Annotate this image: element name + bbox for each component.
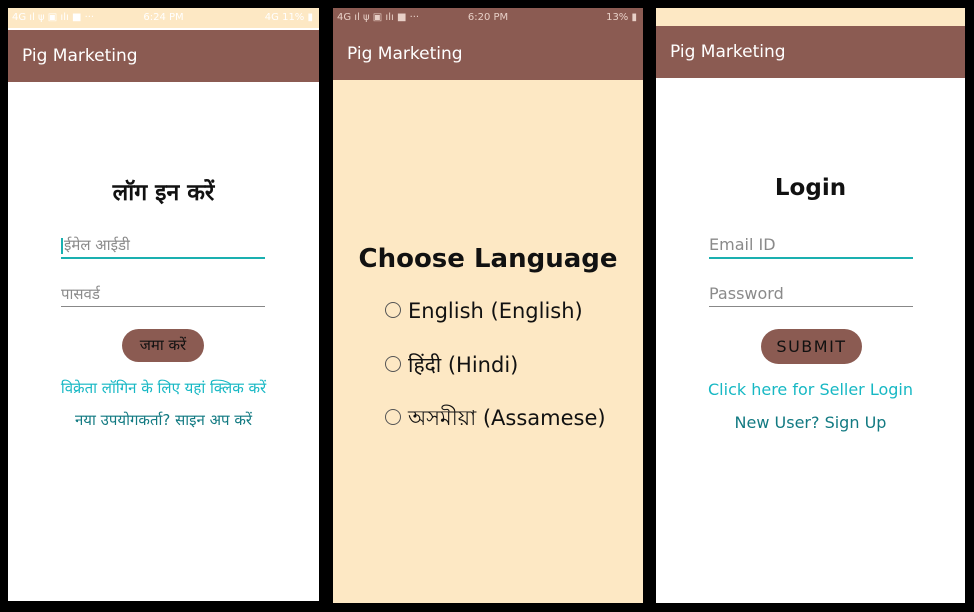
- email-field[interactable]: Email ID: [709, 233, 913, 259]
- signup-link[interactable]: New User? Sign Up: [656, 413, 965, 432]
- radio-unchecked-icon[interactable]: [385, 409, 401, 425]
- password-field[interactable]: पासवर्ड: [61, 282, 265, 307]
- language-option-hindi[interactable]: हिंदी (Hindi): [385, 352, 518, 378]
- language-option-label: हिंदी (Hindi): [408, 353, 519, 377]
- status-bar: 4G ıl ψ ▣ ılı ■ ··· 6:20 PM 13% ▮: [333, 8, 643, 28]
- submit-button[interactable]: जमा करें: [122, 329, 204, 362]
- submit-button[interactable]: SUBMIT: [761, 329, 862, 364]
- seller-login-link[interactable]: Click here for Seller Login: [656, 380, 965, 399]
- status-bar: [656, 8, 965, 28]
- screen-english-login: Pig Marketing Login Email ID Password SU…: [656, 8, 965, 603]
- page-title: Login: [774, 175, 847, 201]
- radio-unchecked-icon[interactable]: [385, 302, 401, 318]
- language-option-label: অসমীয়া (Assamese): [408, 406, 606, 430]
- status-bar: 4G ıl ψ ▣ ılı ■ ··· 6:24 PM 4G 11% ▮: [8, 8, 319, 28]
- app-bar-title: Pig Marketing: [656, 26, 965, 78]
- page-title: लॉग इन करें: [112, 180, 215, 206]
- password-field[interactable]: Password: [709, 282, 913, 307]
- language-option-assamese[interactable]: অসমীয়া (Assamese): [385, 405, 606, 431]
- password-placeholder: Password: [709, 284, 784, 303]
- app-bar-title: Pig Marketing: [333, 28, 643, 80]
- language-option-label: English (English): [408, 299, 583, 323]
- email-placeholder: ईमेल आईडी: [64, 236, 130, 254]
- email-field[interactable]: ईमेल आईडी: [61, 233, 265, 259]
- app-bar-title: Pig Marketing: [8, 30, 319, 82]
- status-time: 6:20 PM: [467, 12, 509, 23]
- radio-unchecked-icon[interactable]: [385, 356, 401, 372]
- status-battery: 13% ▮: [606, 12, 637, 23]
- signup-link[interactable]: नया उपयोगकर्ता? साइन अप करें: [8, 410, 319, 430]
- text-cursor-icon: [61, 237, 63, 254]
- status-battery: 4G 11% ▮: [264, 12, 313, 23]
- seller-login-link[interactable]: विक्रेता लॉगिन के लिए यहां क्लिक करें: [8, 378, 319, 398]
- page-title: Choose Language: [358, 244, 618, 274]
- screen-hindi-login: 4G ıl ψ ▣ ılı ■ ··· 6:24 PM 4G 11% ▮ Pig…: [8, 8, 319, 601]
- password-placeholder: पासवर्ड: [61, 285, 100, 303]
- email-placeholder: Email ID: [709, 235, 776, 254]
- language-option-english[interactable]: English (English): [385, 298, 583, 324]
- screen-choose-language: 4G ıl ψ ▣ ılı ■ ··· 6:20 PM 13% ▮ Pig Ma…: [333, 8, 643, 603]
